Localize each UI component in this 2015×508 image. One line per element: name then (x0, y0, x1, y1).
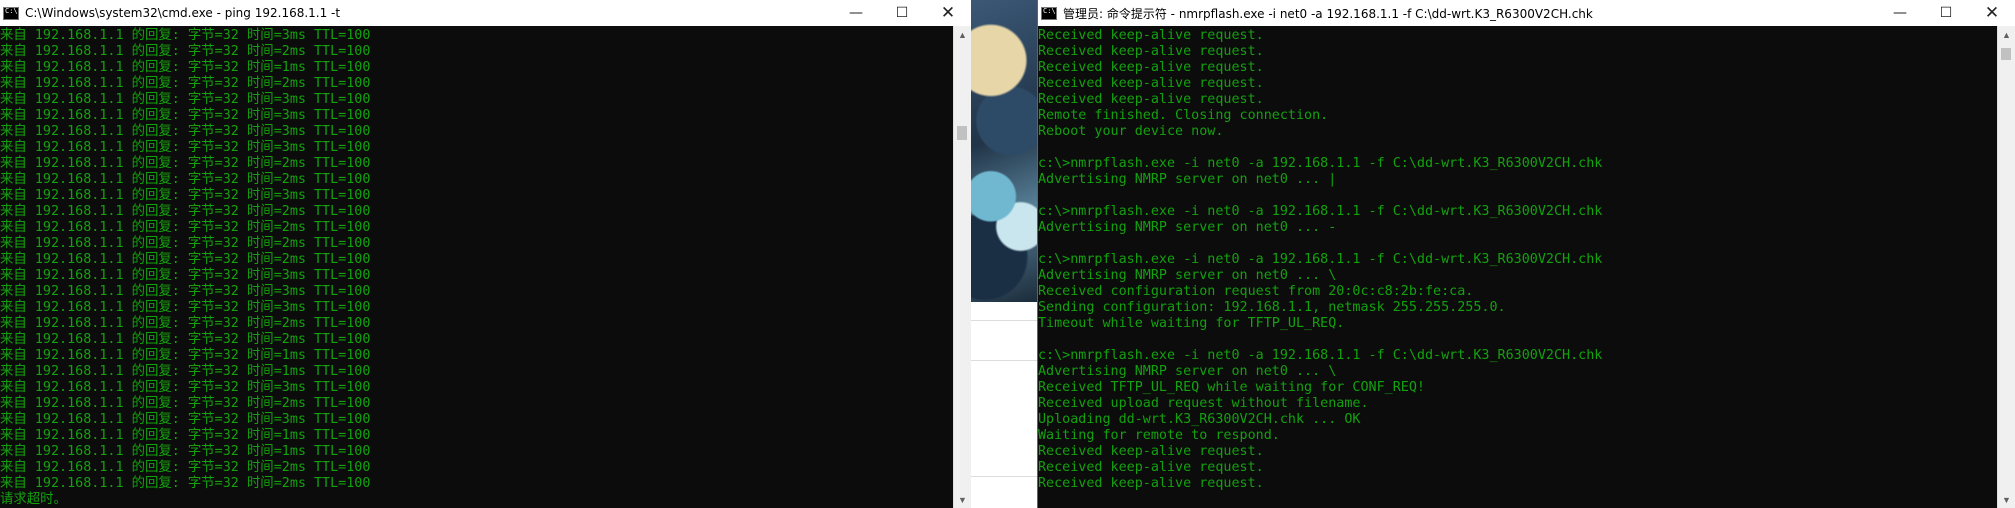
console-line: 来自 192.168.1.1 的回复: 字节=32 时间=1ms TTL=100 (0, 60, 371, 75)
console-line: 来自 192.168.1.1 的回复: 字节=32 时间=3ms TTL=100 (0, 188, 371, 203)
divider (971, 360, 1037, 361)
console-line: 来自 192.168.1.1 的回复: 字节=32 时间=3ms TTL=100 (0, 268, 371, 283)
minimize-button[interactable]: — (1877, 0, 1923, 26)
console-line: 来自 192.168.1.1 的回复: 字节=32 时间=1ms TTL=100 (0, 444, 371, 459)
wallpaper-image (971, 0, 1037, 302)
console-line: 来自 192.168.1.1 的回复: 字节=32 时间=3ms TTL=100 (0, 284, 371, 299)
console-line: c:\>nmrpflash.exe -i net0 -a 192.168.1.1… (1038, 204, 1603, 219)
console-line: Advertising NMRP server on net0 ... \ (1038, 364, 1337, 379)
console-line: 来自 192.168.1.1 的回复: 字节=32 时间=2ms TTL=100 (0, 252, 371, 267)
divider (971, 476, 1037, 477)
cmd-icon (1041, 6, 1057, 20)
console-line: 来自 192.168.1.1 的回复: 字节=32 时间=1ms TTL=100 (0, 348, 371, 363)
console-line: 来自 192.168.1.1 的回复: 字节=32 时间=2ms TTL=100 (0, 204, 371, 219)
console-line: c:\>nmrpflash.exe -i net0 -a 192.168.1.1… (1038, 348, 1603, 363)
console-line: Received keep-alive request. (1038, 476, 1264, 491)
console-line: Received keep-alive request. (1038, 76, 1264, 91)
close-button[interactable]: ✕ (925, 0, 971, 26)
console-line: 来自 192.168.1.1 的回复: 字节=32 时间=2ms TTL=100 (0, 220, 371, 235)
console-line: Received keep-alive request. (1038, 60, 1264, 75)
console-line: Reboot your device now. (1038, 124, 1224, 139)
console-line: c:\>nmrpflash.exe -i net0 -a 192.168.1.1… (1038, 252, 1603, 267)
console-line: 来自 192.168.1.1 的回复: 字节=32 时间=3ms TTL=100 (0, 300, 371, 315)
console-line: Received keep-alive request. (1038, 444, 1264, 459)
cmd-window-nmrpflash[interactable]: 管理员: 命令提示符 - nmrpflash.exe -i net0 -a 19… (1037, 0, 2015, 508)
console-line: 来自 192.168.1.1 的回复: 字节=32 时间=3ms TTL=100 (0, 140, 371, 155)
console-line: Advertising NMRP server on net0 ... | (1038, 172, 1337, 187)
console-line: 来自 192.168.1.1 的回复: 字节=32 时间=2ms TTL=100 (0, 236, 371, 251)
console-line: 来自 192.168.1.1 的回复: 字节=32 时间=2ms TTL=100 (0, 332, 371, 347)
window-title: C:\Windows\system32\cmd.exe - ping 192.1… (25, 6, 341, 20)
console-line: Uploading dd-wrt.K3_R6300V2CH.chk ... OK (1038, 412, 1361, 427)
minimize-button[interactable]: — (833, 0, 879, 26)
console-line: Received TFTP_UL_REQ while waiting for C… (1038, 380, 1425, 395)
console-line: 来自 192.168.1.1 的回复: 字节=32 时间=3ms TTL=100 (0, 412, 371, 427)
console-line: 来自 192.168.1.1 的回复: 字节=32 时间=2ms TTL=100 (0, 156, 371, 171)
vertical-scrollbar[interactable]: ▲ ▼ (953, 26, 971, 508)
console-line: 来自 192.168.1.1 的回复: 字节=32 时间=3ms TTL=100 (0, 380, 371, 395)
console-line: Waiting for remote to respond. (1038, 428, 1280, 443)
scroll-down-arrow-icon[interactable]: ▼ (1998, 491, 2015, 508)
divider (971, 320, 1037, 321)
console-line: 来自 192.168.1.1 的回复: 字节=32 时间=1ms TTL=100 (0, 364, 371, 379)
scrollbar-thumb[interactable] (2001, 48, 2011, 60)
desktop-background (971, 0, 1037, 508)
console-line: 来自 192.168.1.1 的回复: 字节=32 时间=2ms TTL=100 (0, 44, 371, 59)
console-line: Received configuration request from 20:0… (1038, 284, 1474, 299)
console-line: 来自 192.168.1.1 的回复: 字节=32 时间=2ms TTL=100 (0, 172, 371, 187)
cmd-icon (3, 6, 19, 20)
scroll-up-arrow-icon[interactable]: ▲ (1998, 26, 2015, 43)
console-line: 来自 192.168.1.1 的回复: 字节=32 时间=3ms TTL=100 (0, 92, 371, 107)
console-line: 来自 192.168.1.1 的回复: 字节=32 时间=2ms TTL=100 (0, 396, 371, 411)
console-line: Received keep-alive request. (1038, 28, 1264, 43)
console-line: 来自 192.168.1.1 的回复: 字节=32 时间=3ms TTL=100 (0, 124, 371, 139)
titlebar[interactable]: C:\Windows\system32\cmd.exe - ping 192.1… (0, 0, 971, 26)
console-line: 来自 192.168.1.1 的回复: 字节=32 时间=2ms TTL=100 (0, 76, 371, 91)
console-line: 来自 192.168.1.1 的回复: 字节=32 时间=1ms TTL=100 (0, 428, 371, 443)
console-line: 请求超时。 (0, 492, 67, 507)
console-line: Advertising NMRP server on net0 ... - (1038, 220, 1337, 235)
cmd-window-ping[interactable]: C:\Windows\system32\cmd.exe - ping 192.1… (0, 0, 971, 508)
scroll-down-arrow-icon[interactable]: ▼ (954, 491, 971, 508)
console-output[interactable]: 来自 192.168.1.1 的回复: 字节=32 时间=3ms TTL=100… (0, 26, 954, 508)
close-button[interactable]: ✕ (1969, 0, 2015, 26)
maximize-button[interactable]: ☐ (879, 0, 925, 26)
console-line: 来自 192.168.1.1 的回复: 字节=32 时间=2ms TTL=100 (0, 316, 371, 331)
console-line: Received keep-alive request. (1038, 92, 1264, 107)
console-line: 来自 192.168.1.1 的回复: 字节=32 时间=2ms TTL=100 (0, 476, 371, 491)
console-line: Sending configuration: 192.168.1.1, netm… (1038, 300, 1506, 315)
window-title: 管理员: 命令提示符 - nmrpflash.exe -i net0 -a 19… (1063, 6, 1593, 21)
console-line: Advertising NMRP server on net0 ... \ (1038, 268, 1337, 283)
vertical-scrollbar[interactable]: ▲ ▼ (1997, 26, 2015, 508)
console-line: 来自 192.168.1.1 的回复: 字节=32 时间=3ms TTL=100 (0, 28, 371, 43)
maximize-button[interactable]: ☐ (1923, 0, 1969, 26)
console-line: 来自 192.168.1.1 的回复: 字节=32 时间=3ms TTL=100 (0, 108, 371, 123)
console-line: Received upload request without filename… (1038, 396, 1369, 411)
console-line: Remote finished. Closing connection. (1038, 108, 1329, 123)
console-line: 来自 192.168.1.1 的回复: 字节=32 时间=2ms TTL=100 (0, 460, 371, 475)
titlebar[interactable]: 管理员: 命令提示符 - nmrpflash.exe -i net0 -a 19… (1038, 0, 2015, 26)
console-line: Received keep-alive request. (1038, 44, 1264, 59)
console-output[interactable]: Received keep-alive request. Received kee… (1038, 26, 1998, 508)
scrollbar-thumb[interactable] (957, 126, 967, 140)
console-line: Received keep-alive request. (1038, 460, 1264, 475)
scroll-up-arrow-icon[interactable]: ▲ (954, 26, 971, 43)
console-line: c:\>nmrpflash.exe -i net0 -a 192.168.1.1… (1038, 156, 1603, 171)
console-line: Timeout while waiting for TFTP_UL_REQ. (1038, 316, 1345, 331)
